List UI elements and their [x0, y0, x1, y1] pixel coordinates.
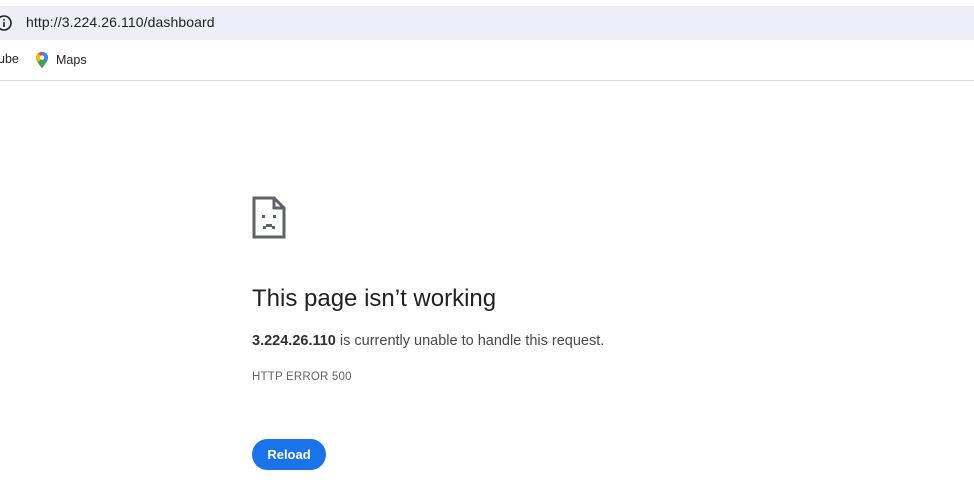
site-info-icon[interactable]: [0, 14, 13, 32]
address-bar[interactable]: http://3.224.26.110/dashboard: [0, 6, 974, 40]
bookmark-label: ube: [0, 52, 19, 66]
error-description: 3.224.26.110 is currently unable to hand…: [252, 333, 604, 349]
reload-button[interactable]: Reload: [252, 439, 326, 470]
browser-toolbar: http://3.224.26.110/dashboard: [0, 0, 974, 40]
sad-page-icon: [252, 196, 286, 239]
error-message: is currently unable to handle this reque…: [335, 333, 605, 349]
error-page: This page isn’t working 3.224.26.110 is …: [0, 81, 974, 492]
bookmark-maps[interactable]: Maps: [35, 52, 87, 68]
maps-icon: [36, 52, 48, 68]
error-code: HTTP ERROR 500: [252, 371, 352, 383]
bookmark-label: Maps: [56, 53, 87, 67]
page-title: This page isn’t working: [252, 285, 497, 312]
url-text[interactable]: http://3.224.26.110/dashboard: [26, 14, 215, 30]
error-host: 3.224.26.110: [252, 333, 336, 349]
bookmarks-bar: ube Maps: [0, 40, 974, 81]
bookmark-youtube[interactable]: ube: [0, 52, 19, 66]
